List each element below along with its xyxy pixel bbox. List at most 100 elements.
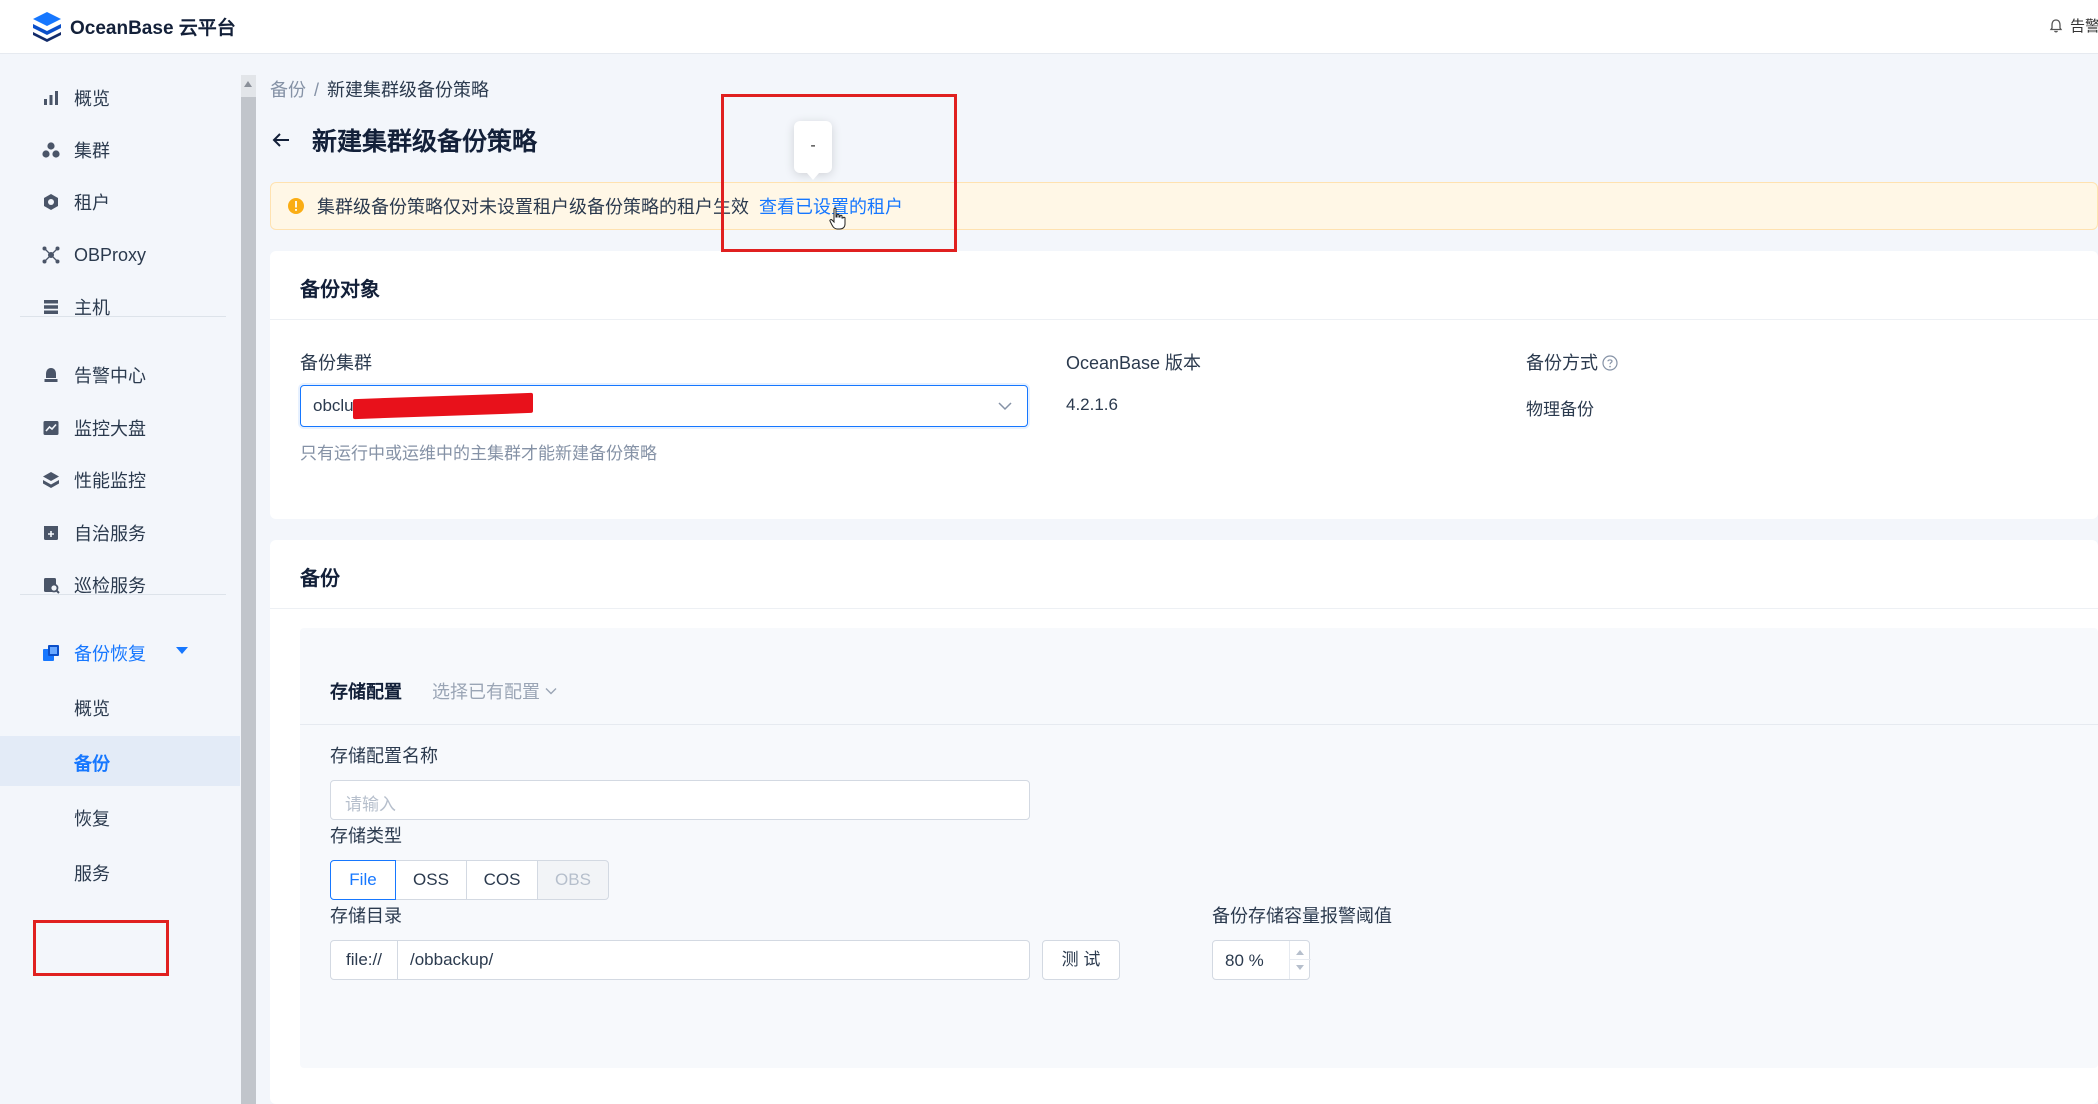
caret-down-icon — [176, 647, 188, 654]
sidebar-item-obproxy[interactable]: OBProxy — [0, 229, 240, 281]
sidebar-subitem-overview[interactable]: 概览 — [0, 681, 240, 731]
chevron-down-icon[interactable] — [997, 398, 1013, 414]
alarm-label: 告警 — [2070, 18, 2098, 35]
config-name-input[interactable]: 请输入 — [330, 780, 1030, 820]
sidebar-item-inspection[interactable]: 巡检服务 — [0, 559, 240, 611]
oceanbase-logo[interactable]: OceanBase 云平台 — [30, 10, 236, 42]
threshold-value: 80 % — [1225, 951, 1264, 970]
sidebar-subitem-label: 备份 — [74, 754, 110, 774]
scrollbar[interactable] — [241, 75, 256, 1104]
section-title-backup: 备份 — [300, 568, 340, 590]
test-button[interactable]: 测 试 — [1042, 940, 1120, 980]
storage-dir-label: 存储目录 — [330, 906, 402, 926]
storage-type-cos[interactable]: COS — [466, 860, 538, 900]
sidebar-item-label: 自治服务 — [74, 524, 146, 544]
warning-icon — [287, 197, 305, 215]
backup-card: 备份 存储配置 选择已有配置 存储配置名称 请输入 存储类型 File OSS … — [270, 540, 2098, 1104]
backup-cluster-select[interactable]: obclu — [300, 385, 1028, 427]
sidebar-subitem-service[interactable]: 服务 — [0, 846, 240, 896]
sidebar-item-backup-restore[interactable]: 备份恢复 — [0, 627, 240, 679]
backup-restore-icon — [41, 643, 61, 663]
storage-dir-field: file:// /obbackup/ — [330, 940, 1030, 980]
backup-object-card: 备份对象 备份集群 obclu 只有运行中或运维中的主集群才能新建备份策略 Oc… — [270, 251, 2098, 519]
stepper-up-icon[interactable] — [1296, 950, 1304, 955]
main-content: 备份 / 新建集群级备份策略 新建集群级备份策略 - 集群级备份策略仅对未设置租户级… — [256, 54, 2098, 1104]
alarm-icon — [41, 365, 61, 385]
stepper-down-icon[interactable] — [1296, 965, 1304, 970]
scrollbar-thumb[interactable] — [241, 97, 256, 1104]
sidebar-item-label: 告警中心 — [74, 366, 146, 386]
stepper-divider — [1290, 959, 1311, 960]
sidebar-subitem-label: 概览 — [74, 699, 110, 719]
breadcrumb-parent-link[interactable]: 备份 — [270, 80, 306, 100]
sidebar-divider — [20, 316, 226, 317]
backup-method-value: 物理备份 — [1526, 400, 1594, 419]
sidebar-item-alarm-center[interactable]: 告警中心 — [0, 349, 240, 401]
sidebar-item-overview[interactable]: 概览 — [0, 72, 240, 124]
choose-existing-config-dropdown[interactable]: 选择已有配置 — [432, 678, 558, 704]
sidebar-item-host[interactable]: 主机 — [0, 281, 240, 333]
sidebar-item-autonomy[interactable]: 自治服务 — [0, 507, 240, 559]
highlight-box-backup-nav — [33, 920, 169, 976]
top-header: OceanBase 云平台 告警 — [0, 0, 2098, 54]
alert-message: 集群级备份策略仅对未设置租户级备份策略的租户生效 — [317, 197, 749, 217]
sidebar-item-label: 监控大盘 — [74, 419, 146, 439]
breadcrumb-current: 新建集群级备份策略 — [327, 80, 490, 100]
version-value: 4.2.1.6 — [1066, 395, 1118, 414]
threshold-stepper[interactable] — [1289, 941, 1311, 979]
choose-existing-config-label: 选择已有配置 — [432, 682, 540, 702]
tab-storage-config[interactable]: 存储配置 — [330, 678, 402, 704]
threshold-input[interactable]: 80 % — [1212, 940, 1311, 980]
warning-alert: 集群级备份策略仅对未设置租户级备份策略的租户生效 查看已设置的租户 — [270, 182, 2098, 230]
sidebar-item-monitor-dashboard[interactable]: 监控大盘 — [0, 402, 240, 454]
sidebar-item-label: 集群 — [74, 141, 110, 161]
sidebar-item-label: OBProxy — [74, 244, 147, 265]
storage-type-obs: OBS — [537, 860, 609, 900]
question-circle-icon[interactable] — [1602, 355, 1618, 371]
section-title-backup-object: 备份对象 — [300, 279, 380, 301]
sidebar-subitem-label: 恢复 — [74, 809, 110, 829]
highlight-box-tenant-link — [721, 94, 957, 252]
sidebar-item-performance[interactable]: 性能监控 — [0, 454, 240, 506]
sidebar-subitem-restore[interactable]: 恢复 — [0, 791, 240, 841]
scroll-up-arrow-icon[interactable] — [244, 81, 252, 87]
bar-chart-icon — [41, 88, 61, 108]
sidebar-item-label: 租户 — [74, 193, 110, 213]
proxy-icon — [41, 245, 61, 265]
oceanbase-logo-icon — [33, 12, 61, 42]
backup-cluster-hint: 只有运行中或运维中的主集群才能新建备份策略 — [300, 444, 657, 463]
storage-config-panel: 存储配置 选择已有配置 存储配置名称 请输入 存储类型 File OSS COS… — [300, 628, 2098, 1068]
sidebar-subitem-backup[interactable]: 备份 — [0, 736, 240, 786]
page-header: 新建集群级备份策略 — [270, 122, 537, 158]
redaction-mark — [353, 392, 533, 420]
alarm-entry[interactable]: 告警 — [2048, 15, 2098, 36]
card-divider — [270, 319, 2098, 320]
autonomy-icon — [41, 523, 61, 543]
sidebar-item-label: 备份恢复 — [74, 644, 146, 664]
performance-icon — [41, 470, 61, 490]
storage-type-segmented: File OSS COS OBS — [330, 860, 609, 900]
version-label: OceanBase 版本 — [1066, 353, 1202, 373]
tenant-icon — [41, 192, 61, 212]
sidebar-item-cluster[interactable]: 集群 — [0, 124, 240, 176]
sidebar-item-tenant[interactable]: 租户 — [0, 176, 240, 228]
storage-type-file[interactable]: File — [330, 860, 396, 900]
backup-method-label-text: 备份方式 — [1526, 353, 1598, 373]
threshold-label: 备份存储容量报警阈值 — [1212, 906, 1392, 926]
page-title: 新建集群级备份策略 — [312, 128, 538, 156]
panel-divider — [300, 724, 2098, 725]
breadcrumb-separator: / — [314, 80, 320, 100]
back-arrow-icon[interactable] — [270, 129, 292, 151]
sidebar-divider — [20, 594, 226, 595]
host-icon — [41, 297, 61, 317]
breadcrumb: 备份 / 新建集群级备份策略 — [270, 76, 489, 102]
config-name-label: 存储配置名称 — [330, 746, 438, 766]
monitor-icon — [41, 418, 61, 438]
storage-type-oss[interactable]: OSS — [395, 860, 467, 900]
inspection-icon — [41, 575, 61, 595]
storage-dir-input[interactable]: /obbackup/ — [398, 940, 1030, 980]
backup-method-label: 备份方式 — [1526, 349, 1618, 375]
sidebar-subitem-label: 服务 — [74, 864, 110, 884]
sidebar-item-label: 概览 — [74, 89, 110, 109]
backup-cluster-label: 备份集群 — [300, 353, 372, 373]
